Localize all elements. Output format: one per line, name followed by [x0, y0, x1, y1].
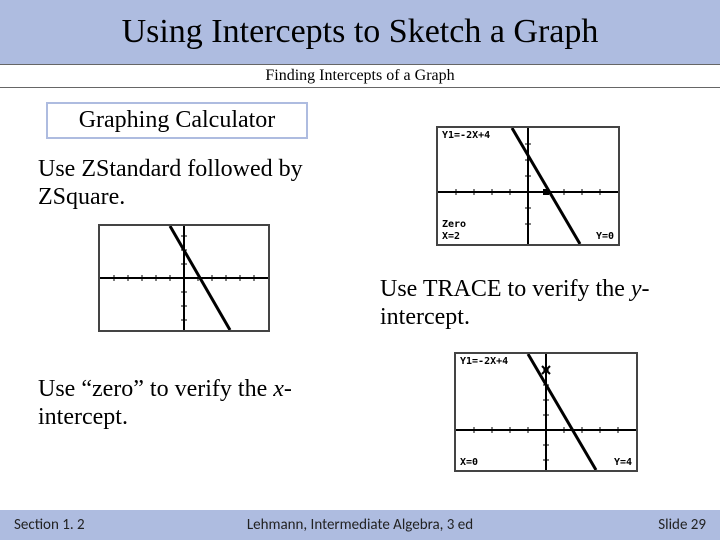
section-label: Graphing Calculator: [46, 102, 308, 139]
subtitle-bar: Finding Intercepts of a Graph: [0, 64, 720, 88]
text-trace-var: y: [631, 276, 642, 302]
calc2-y-readout: Y=0: [596, 231, 614, 242]
text-trace: Use TRACE to verify the y-intercept.: [380, 276, 680, 331]
text-zero-var: x: [273, 376, 284, 402]
calculator-plot-3: Y1=-2X+4 X=0 Y=4: [454, 352, 638, 472]
text-zstandard: Use ZStandard followed by ZSquare.: [38, 156, 338, 211]
calculator-plot-1: [98, 224, 270, 332]
subtitle-text: Finding Intercepts of a Graph: [265, 67, 454, 84]
footer-book: Lehmann, Intermediate Algebra, 3 ed: [0, 516, 720, 534]
text-zero: Use “zero” to verify the x-intercept.: [38, 376, 338, 431]
calc2-zero-label: Zero: [442, 219, 466, 230]
title-bar: Using Intercepts to Sketch a Graph: [0, 0, 720, 64]
calc2-x-readout: X=2: [442, 231, 460, 242]
calc3-title: Y1=-2X+4: [460, 356, 508, 367]
footer-section: Section 1. 2: [14, 516, 85, 534]
calculator-plot-2: Y1=-2X+4 Zero X=2 Y=0: [436, 126, 620, 246]
calc3-x-readout: X=0: [460, 457, 478, 468]
plot-icon: [100, 226, 268, 330]
text-zero-pre: Use “zero” to verify the: [38, 376, 273, 402]
plot-icon: [456, 354, 636, 470]
text-trace-pre: Use TRACE to verify the: [380, 276, 631, 302]
calc2-title: Y1=-2X+4: [442, 130, 490, 141]
footer-bar: Section 1. 2 Lehmann, Intermediate Algeb…: [0, 510, 720, 540]
page-title: Using Intercepts to Sketch a Graph: [122, 13, 599, 51]
footer-slide-number: Slide 29: [658, 516, 706, 534]
calc3-y-readout: Y=4: [614, 457, 632, 468]
